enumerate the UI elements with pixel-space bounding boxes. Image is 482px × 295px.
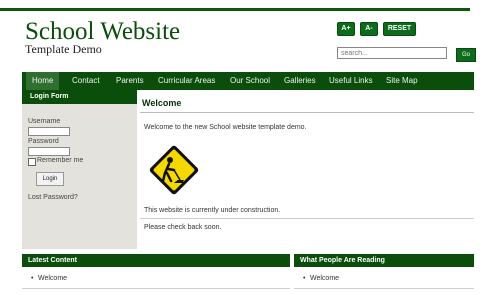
password-field[interactable] <box>28 147 70 156</box>
login-sidebar: Login Form <box>22 90 137 249</box>
latest-content-item[interactable]: Welcome <box>38 275 67 282</box>
lost-password-link[interactable]: Lost Password? <box>28 194 78 201</box>
remember-me-checkbox[interactable] <box>28 158 36 166</box>
font-reset-button[interactable]: RESET <box>383 22 416 36</box>
remember-me-label: Remember me <box>37 157 84 164</box>
nav-item-home[interactable]: Home <box>26 72 60 90</box>
title-divider <box>140 112 474 113</box>
nav-item-our-school[interactable]: Our School <box>230 72 270 90</box>
site-subtitle: Template Demo <box>25 42 102 56</box>
search-go-button[interactable]: Go <box>456 48 476 62</box>
construction-notice: This website is currently under construc… <box>144 207 281 214</box>
nav-item-useful-links[interactable]: Useful Links <box>329 72 373 90</box>
password-label: Password <box>28 138 59 145</box>
intro-text: Welcome to the new School website templa… <box>144 124 307 131</box>
login-form-heading: Login Form <box>22 90 137 104</box>
bullet-icon: • <box>303 275 306 282</box>
main-navigation: Home Contact Parents Curricular Areas Ou… <box>22 72 474 90</box>
font-increase-button[interactable]: A+ <box>337 22 355 36</box>
top-accent-bar <box>0 8 470 11</box>
bullet-icon: • <box>31 275 34 282</box>
nav-item-curricular-areas[interactable]: Curricular Areas <box>158 72 215 90</box>
search-input[interactable] <box>337 47 447 59</box>
latest-content-heading: Latest Content <box>22 254 290 267</box>
nav-item-parents[interactable]: Parents <box>116 72 144 90</box>
nav-item-galleries[interactable]: Galleries <box>284 72 316 90</box>
under-construction-sign-icon <box>149 145 199 195</box>
check-back-notice: Please check back soon. <box>144 224 222 231</box>
font-decrease-button[interactable]: A- <box>360 22 378 36</box>
nav-item-site-map[interactable]: Site Map <box>386 72 418 90</box>
latest-list-divider <box>22 288 290 289</box>
login-button[interactable]: Login <box>36 172 64 186</box>
popular-content-heading: What People Are Reading <box>294 254 474 267</box>
nav-item-contact[interactable]: Contact <box>72 72 100 90</box>
page-title: Welcome <box>142 98 182 108</box>
popular-list-divider <box>294 288 474 289</box>
content-divider <box>140 218 474 219</box>
username-label: Username <box>28 118 61 125</box>
username-field[interactable] <box>28 127 70 136</box>
popular-content-item[interactable]: Welcome <box>310 275 339 282</box>
